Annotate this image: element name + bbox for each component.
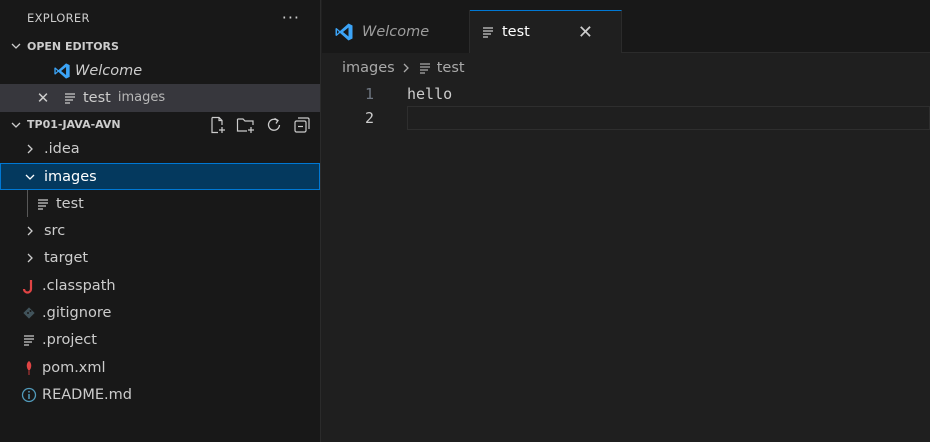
editor-area: Welcome test ✕ images test 1 hello 2 [322, 0, 930, 442]
close-tab-icon[interactable]: ✕ [578, 22, 593, 43]
tree-item-label: .gitignore [42, 305, 112, 322]
tree-item-label: images [44, 168, 97, 185]
collapse-all-icon[interactable] [292, 115, 312, 135]
code-line[interactable]: 1 hello [322, 82, 930, 106]
tree-folder-images[interactable]: images [0, 162, 320, 191]
text-file-icon [61, 92, 79, 104]
maven-icon [20, 360, 38, 376]
new-folder-icon[interactable] [236, 115, 256, 135]
tree-item-label: src [44, 223, 66, 240]
chevron-down-icon [8, 40, 24, 52]
line-number: 2 [364, 109, 374, 127]
tree-item-label: test [56, 195, 84, 212]
tree-item-label: README.md [42, 386, 132, 403]
tab-label: test [502, 24, 530, 40]
tree-file-readme[interactable]: README.md [0, 381, 320, 408]
tree-file-classpath[interactable]: .classpath [0, 272, 320, 299]
chevron-down-icon [8, 119, 24, 131]
tree-item-label: .project [42, 332, 97, 349]
open-editor-label: Welcome [75, 62, 143, 79]
tree-file-pom[interactable]: pom.xml [0, 354, 320, 381]
chevron-right-icon [401, 62, 411, 74]
vscode-logo-icon [334, 22, 354, 42]
text-file-icon [20, 334, 38, 346]
new-file-icon[interactable] [208, 115, 228, 135]
tab-label: Welcome [362, 23, 430, 40]
close-icon[interactable]: ✕ [35, 89, 51, 107]
vscode-logo-icon [53, 61, 71, 81]
chevron-down-icon [22, 171, 38, 183]
text-file-icon [482, 26, 494, 38]
info-icon [20, 387, 38, 403]
tree-file-project[interactable]: .project [0, 327, 320, 354]
tab-test[interactable]: test ✕ [470, 10, 622, 53]
chevron-right-icon [22, 252, 38, 264]
text-file-icon [419, 62, 431, 74]
chevron-right-icon [22, 225, 38, 237]
open-editor-welcome[interactable]: Welcome [0, 57, 320, 84]
breadcrumb: images test [322, 53, 930, 82]
tab-welcome[interactable]: Welcome [322, 10, 470, 53]
tree-folder-target[interactable]: target [0, 245, 320, 272]
tree-folder-idea[interactable]: .idea [0, 136, 320, 163]
refresh-icon[interactable] [264, 115, 284, 135]
code-line-current[interactable]: 2 [322, 106, 930, 130]
java-icon [20, 278, 38, 294]
project-header[interactable]: TP01-JAVA-AVN [0, 114, 320, 136]
open-editors-title: OPEN EDITORS [27, 39, 119, 53]
open-editor-test[interactable]: ✕ test images [0, 84, 320, 112]
tree-item-label: .idea [44, 141, 80, 158]
line-content[interactable]: hello [374, 85, 452, 103]
explorer-header: EXPLORER ··· [0, 0, 320, 35]
code-editor[interactable]: 1 hello 2 [322, 82, 930, 130]
tree-file-gitignore[interactable]: .gitignore [0, 299, 320, 326]
chevron-right-icon [22, 143, 38, 155]
breadcrumb-folder[interactable]: images [342, 60, 395, 76]
tree-item-label: target [44, 250, 89, 267]
text-file-icon [34, 198, 52, 210]
tree-item-label: .classpath [42, 277, 116, 294]
more-actions-icon[interactable]: ··· [282, 8, 300, 27]
tree-file-test[interactable]: test [0, 190, 320, 218]
tree-item-label: pom.xml [42, 359, 106, 376]
project-actions [208, 114, 312, 136]
explorer-title: EXPLORER [27, 10, 90, 25]
indent-guide [27, 190, 28, 218]
line-number: 1 [364, 85, 374, 103]
explorer-sidebar: EXPLORER ··· OPEN EDITORS Welcome ✕ test… [0, 0, 321, 442]
tree-folder-src[interactable]: src [0, 217, 320, 244]
tab-bar: Welcome test ✕ [322, 0, 930, 53]
project-title: TP01-JAVA-AVN [27, 118, 121, 132]
breadcrumb-file[interactable]: test [437, 60, 465, 76]
open-editor-label: test [83, 89, 111, 106]
current-line-highlight [407, 106, 930, 130]
git-icon [20, 306, 38, 320]
open-editor-description: images [117, 90, 166, 106]
open-editors-header[interactable]: OPEN EDITORS [0, 35, 320, 57]
